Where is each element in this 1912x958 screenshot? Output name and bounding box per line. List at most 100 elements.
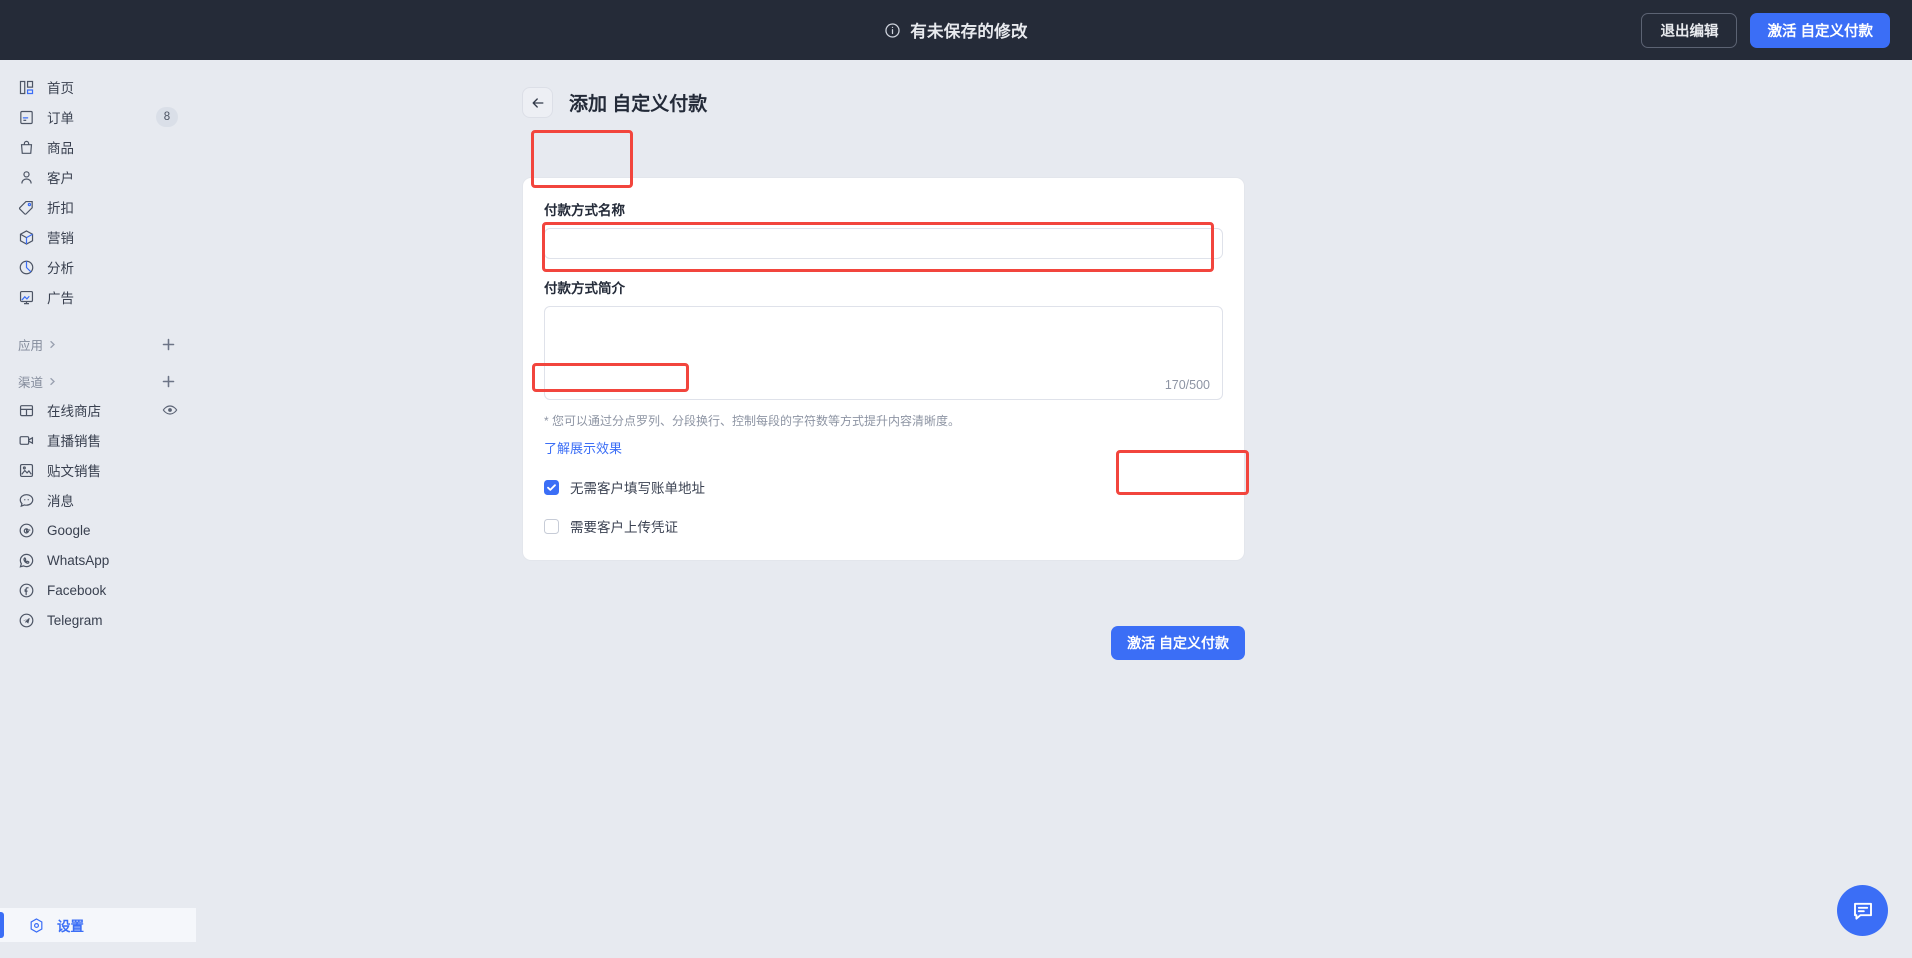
sidebar-section-channels[interactable]: 渠道 [8, 367, 188, 395]
sidebar-settings-section: 设置 [0, 908, 196, 958]
sidebar-divider-gap [0, 312, 196, 330]
payment-desc-textarea-wrap: 170/500 [544, 306, 1223, 400]
sidebar-item-facebook[interactable]: Facebook [8, 575, 188, 605]
gear-hex-icon [30, 917, 43, 933]
add-app-button[interactable] [158, 334, 178, 354]
home-dashboard-icon [19, 80, 34, 94]
activate-custom-payment-button[interactable]: 激活 自定义付款 [1111, 626, 1245, 660]
sidebar-section-apps[interactable]: 应用 [8, 330, 188, 358]
sidebar-item-marketing[interactable]: 营销 [8, 222, 188, 252]
upload-proof-checkbox[interactable] [544, 518, 559, 534]
sidebar-item-telegram[interactable]: Telegram [8, 605, 188, 635]
arrow-left-icon [532, 97, 543, 108]
payment-desc-field-group: 付款方式简介 170/500 [544, 277, 1223, 400]
sidebar-item-orders[interactable]: 订单 8 [8, 102, 188, 132]
chat-message-icon [1853, 902, 1872, 920]
payment-name-field-group: 付款方式名称 [544, 199, 1223, 259]
back-button[interactable] [522, 87, 553, 118]
page-header: 添加 自定义付款 [196, 60, 1912, 118]
upload-proof-checkbox-row[interactable]: 需要客户上传凭证 [544, 516, 1223, 536]
desc-hint-text: * 您可以通过分点罗列、分段换行、控制每段的字符数等方式提升内容清晰度。 [544, 414, 961, 428]
sidebar-item-label: 首页 [47, 81, 74, 96]
chevron-right-icon [50, 340, 55, 348]
sidebar-item-label: 广告 [47, 291, 74, 306]
plus-icon [162, 375, 174, 387]
discount-tag-icon [18, 200, 33, 215]
activate-custom-payment-top-button[interactable]: 激活 自定义付款 [1750, 12, 1890, 48]
sidebar-item-label: 贴文销售 [47, 464, 101, 479]
info-circle-icon [885, 22, 900, 38]
sidebar-item-analytics[interactable]: 分析 [8, 252, 188, 282]
sidebar-item-ads[interactable]: 广告 [8, 282, 188, 312]
sidebar-item-label: 设置 [57, 919, 84, 934]
chevron-right-icon [50, 377, 55, 385]
sidebar-item-label: Facebook [47, 582, 107, 598]
sidebar: 首页 订单 8 商品 客户 折扣 营销 分析 广告 应用 渠道 在线商店 直播销… [0, 60, 196, 958]
sidebar-item-label: 订单 [47, 111, 74, 126]
marketing-cube-icon [19, 229, 34, 245]
product-bag-icon [20, 140, 33, 154]
check-icon [547, 483, 556, 491]
plus-icon [162, 338, 174, 350]
sidebar-item-online-store[interactable]: 在线商店 [8, 395, 188, 425]
upload-proof-label: 需要客户上传凭证 [570, 520, 678, 535]
sidebar-item-messages[interactable]: 消息 [8, 485, 188, 515]
payment-desc-textarea[interactable] [545, 307, 1222, 399]
sidebar-item-label: 在线商店 [47, 404, 101, 419]
sidebar-item-label: Google [47, 522, 91, 538]
sidebar-item-label: 商品 [47, 141, 74, 156]
chat-support-fab[interactable] [1837, 885, 1888, 936]
sidebar-item-label: Telegram [47, 612, 103, 628]
custom-payment-form-card: 付款方式名称 付款方式简介 170/500 * 您可以通过分点罗列、分段换行、控… [522, 177, 1245, 561]
no-billing-address-checkbox-row[interactable]: 无需客户填写账单地址 [544, 477, 1223, 497]
sidebar-item-post-sales[interactable]: 贴文销售 [8, 455, 188, 485]
sidebar-item-whatsapp[interactable]: WhatsApp [8, 545, 188, 575]
sidebar-item-home[interactable]: 首页 [8, 72, 188, 102]
sidebar-section-label: 渠道 [18, 375, 44, 390]
video-camera-icon [19, 435, 34, 445]
payment-name-label: 付款方式名称 [544, 203, 625, 218]
learn-display-effect-link[interactable]: 了解展示效果 [544, 438, 622, 457]
sidebar-item-label: 直播销售 [47, 434, 101, 449]
payment-desc-label: 付款方式简介 [544, 281, 625, 296]
analytics-pie-icon [19, 260, 34, 274]
no-billing-address-checkbox[interactable] [544, 479, 559, 495]
payment-name-input[interactable] [544, 228, 1223, 259]
no-billing-address-label: 无需客户填写账单地址 [570, 481, 705, 496]
main-content: 添加 自定义付款 付款方式名称 付款方式简介 170/500 * 您可以通过分点… [196, 60, 1912, 958]
sidebar-item-products[interactable]: 商品 [8, 132, 188, 162]
sidebar-item-customers[interactable]: 客户 [8, 162, 188, 192]
sidebar-item-live-sales[interactable]: 直播销售 [8, 425, 188, 455]
orders-badge: 8 [156, 107, 178, 127]
facebook-icon [19, 583, 34, 597]
sidebar-item-label: 营销 [47, 231, 74, 246]
image-post-icon [19, 463, 34, 477]
sidebar-item-label: 折扣 [47, 201, 74, 216]
app-root: 有未保存的修改 退出编辑 激活 自定义付款 首页 订单 8 商品 客户 折扣 营… [0, 0, 1912, 958]
top-bar: 有未保存的修改 退出编辑 激活 自定义付款 [0, 0, 1912, 60]
unsaved-changes-status: 有未保存的修改 [884, 18, 1028, 42]
top-bar-actions: 退出编辑 激活 自定义付款 [1641, 0, 1890, 60]
sidebar-item-google[interactable]: Google [8, 515, 188, 545]
google-icon [19, 523, 34, 537]
customer-person-icon [21, 170, 32, 184]
page-title: 添加 自定义付款 [569, 94, 708, 115]
sidebar-item-label: 分析 [47, 261, 74, 276]
char-counter: 170/500 [1164, 378, 1210, 392]
submit-row: 激活 自定义付款 [522, 626, 1245, 660]
sidebar-item-label: 客户 [47, 171, 74, 186]
eye-icon[interactable] [162, 402, 178, 418]
orders-receipt-icon [20, 110, 33, 124]
sidebar-item-discounts[interactable]: 折扣 [8, 192, 188, 222]
exit-edit-button[interactable]: 退出编辑 [1641, 12, 1738, 48]
sidebar-item-label: 消息 [47, 494, 74, 509]
telegram-icon [19, 613, 34, 627]
sidebar-section-label: 应用 [18, 338, 44, 353]
chat-bubble-icon [19, 493, 34, 507]
sidebar-item-settings[interactable]: 设置 [0, 908, 196, 942]
storefront-icon [19, 404, 34, 416]
sidebar-item-label: WhatsApp [47, 552, 110, 568]
add-channel-button[interactable] [158, 371, 178, 391]
